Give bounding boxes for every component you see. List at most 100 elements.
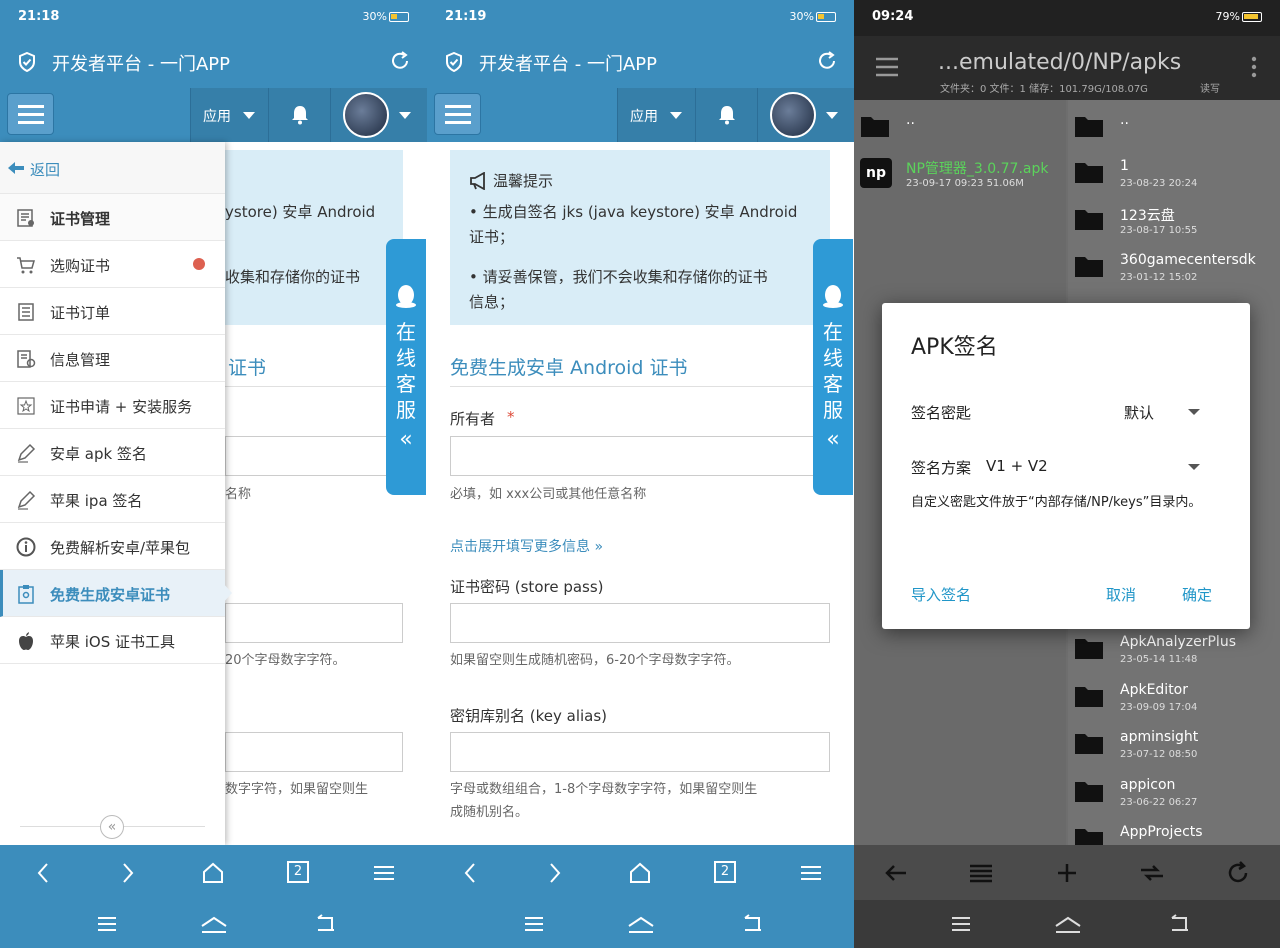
list-item[interactable]: ApkAnalyzerPlus 23-05-14 11:48: [1068, 628, 1280, 675]
system-home-icon[interactable]: [1053, 910, 1083, 938]
refresh-icon[interactable]: [1224, 859, 1252, 887]
list-item[interactable]: 123云盘 23-08-17 10:55: [1068, 199, 1280, 246]
apps-dropdown-button[interactable]: 应用: [190, 88, 268, 142]
list-item[interactable]: 1 23-08-23 20:24: [1068, 152, 1280, 199]
back-icon[interactable]: [457, 859, 485, 887]
drawer-item-buy-cert[interactable]: 选购证书: [0, 241, 225, 288]
online-service-tab[interactable]: 在 线 客 服 «: [813, 239, 853, 495]
notification-button[interactable]: [695, 88, 757, 142]
recent-apps-icon[interactable]: [947, 910, 975, 938]
owner-input[interactable]: [450, 436, 830, 476]
drawer-item-cert-orders[interactable]: 证书订单: [0, 288, 225, 335]
system-back-icon[interactable]: [312, 910, 340, 938]
list-view-icon[interactable]: [967, 859, 995, 887]
help-text: 字母或数组组合，1-8个字母数字字符，如果留空则生: [450, 782, 758, 797]
drawer-item-label: 苹果 iOS 证书工具: [50, 633, 176, 651]
list-item[interactable]: np NP管理器_3.0.77.apk 23-09-17 09:23 51.06…: [854, 152, 1066, 199]
menu-toggle-button[interactable]: [434, 93, 481, 135]
drawer-item-parse-package[interactable]: 免费解析安卓/苹果包: [0, 523, 225, 570]
tabs-count-button[interactable]: 2: [714, 861, 736, 883]
more-vert-icon[interactable]: [1250, 56, 1258, 78]
list-item[interactable]: ..: [1068, 106, 1280, 153]
swap-icon[interactable]: [1138, 859, 1166, 887]
recent-apps-icon[interactable]: [520, 910, 548, 938]
tabs-count-button[interactable]: 2: [287, 861, 309, 883]
drawer-item-cert-apply[interactable]: 证书申请 + 安装服务: [0, 382, 225, 429]
file-name: apminsight: [1120, 729, 1199, 745]
refresh-icon[interactable]: [389, 50, 411, 72]
drawer-footer: «: [0, 806, 225, 845]
forward-icon[interactable]: [540, 859, 568, 887]
user-menu-button[interactable]: [330, 88, 427, 142]
menu-icon[interactable]: [874, 56, 900, 78]
back-arrow-icon: [8, 162, 24, 174]
divider: [450, 386, 830, 387]
expand-more-link[interactable]: 点击展开填写更多信息 »: [450, 536, 603, 558]
back-icon[interactable]: [30, 859, 58, 887]
list-item[interactable]: ApkEditor 23-09-09 17:04: [1068, 676, 1280, 723]
store-pass-input[interactable]: [450, 603, 830, 643]
bell-icon: [292, 106, 308, 125]
drawer-item-cert-manage[interactable]: 证书管理: [0, 194, 225, 241]
caret-down-icon: [399, 112, 411, 119]
sign-scheme-label: 签名方案: [911, 459, 972, 477]
import-sign-button[interactable]: 导入签名: [911, 584, 971, 605]
pen-icon: [17, 490, 36, 510]
store-pass-input[interactable]: [225, 603, 403, 643]
add-icon[interactable]: [1053, 859, 1081, 887]
list-item[interactable]: apminsight 23-07-12 08:50: [1068, 723, 1280, 770]
menu-icon[interactable]: [370, 859, 398, 887]
folder-icon: [861, 117, 889, 137]
apps-dropdown-button[interactable]: 应用: [617, 88, 695, 142]
user-menu-button[interactable]: [757, 88, 854, 142]
forward-icon[interactable]: [113, 859, 141, 887]
drawer-item-label: 免费生成安卓证书: [50, 586, 171, 604]
owner-input[interactable]: [225, 436, 403, 476]
help-text: 成随机别名。: [450, 805, 529, 820]
system-back-icon[interactable]: [739, 910, 767, 938]
clipboard-icon: [18, 585, 34, 604]
key-alias-input[interactable]: [225, 732, 403, 772]
drawer-item-label: 免费解析安卓/苹果包: [50, 539, 191, 557]
help-text: 如果留空则生成随机密码，6-20个字母数字字符。: [450, 653, 740, 668]
drawer-item-ios-cert-tool[interactable]: 苹果 iOS 证书工具: [0, 617, 225, 664]
menu-icon[interactable]: [797, 859, 825, 887]
cancel-button[interactable]: 取消: [1106, 584, 1136, 605]
nav-bar: 应用: [427, 88, 854, 142]
list-item[interactable]: appicon 23-06-22 06:27: [1068, 771, 1280, 818]
back-arrow-icon[interactable]: [882, 859, 910, 887]
sign-scheme-select[interactable]: V1 + V2: [982, 450, 1222, 482]
sign-key-value: 默认: [1124, 404, 1155, 422]
drawer-item-ipa-sign[interactable]: 苹果 ipa 签名: [0, 476, 225, 523]
collapse-drawer-button[interactable]: «: [100, 815, 124, 839]
menu-toggle-button[interactable]: [7, 93, 54, 135]
avatar: [770, 92, 816, 138]
pen-icon: [17, 443, 36, 463]
required-mark: *: [507, 408, 515, 426]
key-alias-input[interactable]: [450, 732, 830, 772]
drawer-item-apk-sign[interactable]: 安卓 apk 签名: [0, 429, 225, 476]
status-time: 09:24: [872, 9, 914, 24]
sign-key-select[interactable]: 默认: [1122, 395, 1222, 427]
avatar: [343, 92, 389, 138]
drawer-back-button[interactable]: 返回: [0, 142, 225, 194]
notification-button[interactable]: [268, 88, 330, 142]
list-item[interactable]: ..: [854, 106, 1066, 153]
home-icon[interactable]: [626, 859, 654, 887]
drawer-item-info-manage[interactable]: 信息管理: [0, 335, 225, 382]
folder-icon: [1075, 210, 1103, 230]
home-icon[interactable]: [199, 859, 227, 887]
page-title: 开发者平台 - 一门APP: [52, 54, 230, 75]
status-bar: 21:19 30%: [427, 0, 854, 36]
ok-button[interactable]: 确定: [1182, 584, 1212, 605]
file-date: 23-08-23 20:24: [1120, 178, 1198, 189]
online-service-tab[interactable]: 在 线 客 服 «: [386, 239, 426, 495]
folder-icon: [1075, 639, 1103, 659]
list-item[interactable]: 360gamecentersdk 23-01-12 15:02: [1068, 246, 1280, 293]
drawer-item-free-android-cert[interactable]: 免费生成安卓证书: [0, 570, 232, 617]
recent-apps-icon[interactable]: [93, 910, 121, 938]
system-home-icon[interactable]: [199, 910, 229, 938]
system-back-icon[interactable]: [1166, 910, 1194, 938]
refresh-icon[interactable]: [816, 50, 838, 72]
system-home-icon[interactable]: [626, 910, 656, 938]
